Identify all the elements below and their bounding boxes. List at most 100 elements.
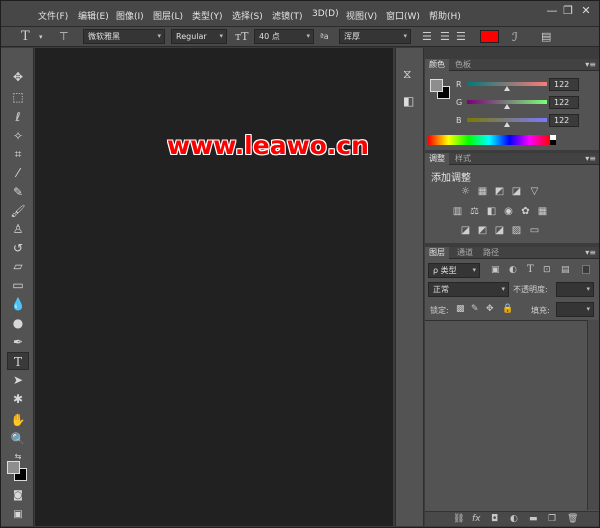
menu-image[interactable]: 图像(I) [116, 9, 144, 22]
tab-adjustments[interactable]: 调整 [425, 153, 449, 165]
menu-layer[interactable]: 图层(L) [153, 9, 183, 22]
black-white-ramp[interactable] [550, 135, 556, 145]
tab-swatches[interactable]: 色板 [451, 59, 475, 71]
align-center-icon[interactable]: ☰ [440, 30, 450, 44]
font-style-dropdown[interactable]: Regular ▾ [171, 29, 227, 44]
dodge-icon[interactable]: ● [7, 314, 29, 332]
menu-filter[interactable]: 滤镜(T) [272, 9, 303, 22]
filter-adjustment-icon[interactable]: ◐ [509, 264, 517, 276]
quick-mask-icon[interactable]: ◙ [7, 487, 29, 505]
type-tool-preset-icon[interactable]: T [21, 30, 30, 44]
filter-toggle-switch[interactable] [582, 265, 590, 274]
menu-3d[interactable]: 3D(D) [312, 9, 339, 19]
crop-icon[interactable]: ⌗ [7, 145, 29, 163]
color-spectrum-bar[interactable] [428, 135, 550, 145]
properties-panel-icon[interactable]: ◧ [403, 94, 414, 108]
gradient-icon[interactable]: ▭ [7, 276, 29, 294]
brush-icon[interactable]: 🖌 [7, 202, 29, 220]
hue-saturation-icon[interactable]: ▥ [452, 206, 463, 217]
panel-menu-icon[interactable]: ▾≡ [585, 153, 596, 164]
menu-edit[interactable]: 编辑(E) [78, 9, 109, 22]
align-left-icon[interactable]: ☰ [422, 30, 432, 44]
tab-color[interactable]: 颜色 [425, 59, 449, 71]
new-group-icon[interactable]: ▬ [529, 513, 538, 525]
history-brush-icon[interactable]: ↺ [7, 239, 29, 257]
path-selection-icon[interactable]: ➤ [7, 371, 29, 389]
hand-icon[interactable]: ✋ [7, 411, 29, 429]
close-icon[interactable]: ✕ [579, 4, 593, 18]
posterize-icon[interactable]: ◩ [477, 225, 488, 236]
warp-text-icon[interactable]: ℐ [512, 30, 518, 44]
eraser-icon[interactable]: ▱ [7, 257, 29, 275]
character-panel-icon[interactable]: ▤ [541, 30, 551, 44]
color-balance-icon[interactable]: ⚖ [469, 206, 480, 217]
type-icon[interactable]: T [7, 352, 29, 370]
new-adjustment-icon[interactable]: ◐ [510, 513, 518, 525]
channel-g-input[interactable]: 122 [549, 96, 579, 109]
tab-paths[interactable]: 路径 [479, 247, 503, 259]
antialias-dropdown[interactable]: 浑厚 ▾ [339, 29, 411, 44]
curves-icon[interactable]: ◩ [494, 186, 505, 197]
magic-wand-icon[interactable]: ✧ [7, 127, 29, 145]
vibrance-icon[interactable]: ▽ [529, 186, 540, 197]
history-panel-icon[interactable]: ⧖ [403, 67, 411, 82]
shape-icon[interactable]: ✱ [7, 390, 29, 408]
menu-select[interactable]: 选择(S) [232, 9, 263, 22]
layer-filter-kind-dropdown[interactable]: ρ 类型 ▾ [428, 263, 480, 278]
new-layer-icon[interactable]: ❐ [548, 513, 556, 525]
lock-transparent-icon[interactable]: ▩ [456, 303, 465, 315]
menu-help[interactable]: 帮助(H) [429, 9, 461, 22]
levels-icon[interactable]: ▦ [477, 186, 488, 197]
black-white-icon[interactable]: ◧ [486, 206, 497, 217]
photo-filter-icon[interactable]: ◉ [503, 206, 514, 217]
filter-smart-object-icon[interactable]: ▤ [561, 264, 570, 276]
blend-mode-dropdown[interactable]: 正常 ▾ [428, 282, 509, 297]
menu-file[interactable]: 文件(F) [38, 9, 68, 22]
fill-input[interactable]: ▾ [556, 302, 594, 317]
move-icon[interactable]: ✥ [7, 68, 29, 86]
chevron-down-icon[interactable]: ▾ [39, 30, 43, 44]
clone-stamp-icon[interactable]: ♙ [7, 220, 29, 238]
font-size-dropdown[interactable]: 40 点 ▾ [254, 29, 314, 44]
color-lookup-icon[interactable]: ▦ [537, 206, 548, 217]
slider-thumb-icon[interactable] [504, 122, 510, 127]
menu-window[interactable]: 窗口(W) [386, 9, 420, 22]
tab-channels[interactable]: 通道 [453, 247, 477, 259]
selective-color-icon[interactable]: ▨ [511, 225, 522, 236]
delete-layer-icon[interactable]: 🗑 [567, 513, 578, 525]
channel-r-input[interactable]: 122 [549, 78, 579, 91]
menu-type[interactable]: 类型(Y) [192, 9, 223, 22]
tab-styles[interactable]: 样式 [451, 153, 475, 165]
lock-image-icon[interactable]: ✎ [471, 303, 479, 315]
align-right-icon[interactable]: ☰ [456, 30, 466, 44]
healing-brush-icon[interactable]: ✎ [7, 183, 29, 201]
zoom-icon[interactable]: 🔍 [7, 430, 29, 448]
filter-type-icon[interactable]: T [527, 264, 534, 276]
marquee-icon[interactable]: ⬚ [7, 88, 29, 106]
tab-layers[interactable]: 图层 [425, 247, 449, 259]
slider-thumb-icon[interactable] [504, 104, 510, 109]
lock-all-icon[interactable]: 🔒 [502, 303, 513, 315]
minimize-icon[interactable]: — [545, 4, 559, 18]
color-foreground-swatch[interactable] [430, 79, 443, 92]
link-layers-icon[interactable]: ⛓ [453, 513, 464, 525]
threshold-icon[interactable]: ◪ [494, 225, 505, 236]
exposure-icon[interactable]: ◪ [511, 186, 522, 197]
text-color-swatch[interactable] [480, 30, 499, 43]
blur-icon[interactable]: 💧 [7, 295, 29, 313]
restore-icon[interactable]: ❐ [561, 4, 575, 18]
font-family-dropdown[interactable]: 微软雅黑 ▾ [83, 29, 165, 44]
channel-mixer-icon[interactable]: ✿ [520, 206, 531, 217]
add-mask-icon[interactable]: ◘ [491, 513, 498, 525]
filter-shape-icon[interactable]: ⊡ [543, 264, 551, 276]
lasso-icon[interactable]: ℓ [7, 108, 29, 126]
filter-pixel-icon[interactable]: ▣ [491, 264, 500, 276]
eyedropper-icon[interactable]: ⁄ [7, 164, 29, 182]
layers-scrollbar[interactable] [587, 320, 599, 510]
invert-icon[interactable]: ◪ [460, 225, 471, 236]
panel-menu-icon[interactable]: ▾≡ [585, 247, 596, 258]
opacity-input[interactable]: ▾ [556, 282, 594, 297]
channel-b-input[interactable]: 122 [549, 114, 579, 127]
menu-view[interactable]: 视图(V) [346, 9, 377, 22]
toggle-orientation-icon[interactable]: ⊤ [59, 30, 69, 44]
